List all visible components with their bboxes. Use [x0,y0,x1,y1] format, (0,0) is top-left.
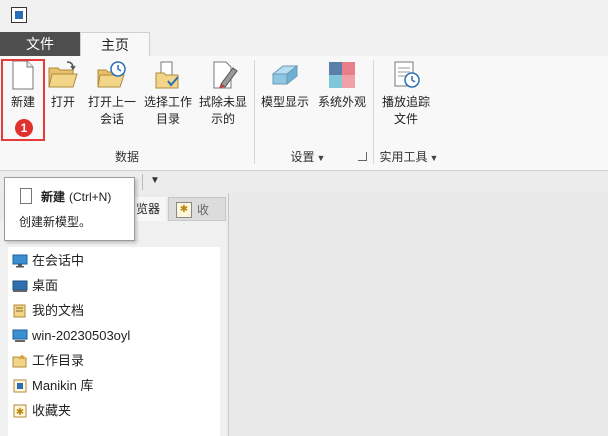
svg-text:✱: ✱ [16,407,24,418]
desktop-icon [12,280,28,292]
tree-item-working-directory[interactable]: 工作目录 [12,351,84,371]
erase-not-displayed-button[interactable]: 拭除未显 示的 [197,60,249,128]
tooltip-title-text: 新建 [41,190,66,204]
tooltip-description: 创建新模型。 [19,215,92,229]
tab-favorites-label: 收 [197,203,210,217]
title-bar [0,0,608,32]
graphics-area[interactable] [228,193,608,436]
open-button[interactable]: 打开 [46,60,80,111]
tab-browser[interactable]: 览器 [130,197,166,221]
tree-item-label: 我的文档 [32,303,85,318]
erase-not-displayed-label-line2: 示的 [210,112,235,126]
tree-item-label: 在会话中 [32,253,85,268]
group-label-data: 数据 [114,150,139,164]
monitor-icon [12,254,28,268]
quick-access-separator [142,174,143,190]
documents-icon [13,304,26,318]
ribbon-tab-row: 文件 主页 [0,32,608,57]
tab-file[interactable]: 文件 [0,32,80,56]
computer-icon [12,329,28,342]
open-last-session-button[interactable]: 打开上一 会话 [84,60,140,128]
library-icon [13,379,27,393]
open-last-session-label-line2: 会话 [99,112,124,126]
group-label-settings: 设置 [290,150,315,164]
tree-item-in-session[interactable]: 在会话中 [12,251,84,271]
system-appearance-icon [329,62,355,88]
tree-item-favorites[interactable]: ✱ 收藏夹 [12,401,71,421]
tree-item-label: 工作目录 [32,353,85,368]
erase-not-displayed-label-line1: 拭除未显 [198,95,247,109]
tab-browser-label: 览器 [136,202,161,216]
tree-item-computer[interactable]: win-20230503oyl [12,326,130,346]
open-button-label: 打开 [50,95,75,109]
dialog-launcher-icon[interactable] [358,152,367,161]
tree-item-label: win-20230503oyl [32,328,131,343]
open-folder-icon [48,61,78,88]
open-last-session-label-line1: 打开上一 [87,95,136,109]
chevron-down-icon: ▼ [316,153,326,163]
model-display-label: 模型显示 [260,95,309,109]
tree-item-desktop[interactable]: 桌面 [12,276,58,296]
tab-favorites[interactable]: ✱ 收 [168,197,226,221]
tree-item-label: 桌面 [32,278,59,293]
ribbon: 新建 1 打开 打开上一 会话 选择工作 目录 拭除未显 示的 模型显示 系统外… [0,56,608,171]
tree-item-manikin-library[interactable]: Manikin 库 [12,376,93,396]
erase-icon [213,61,238,89]
working-directory-icon [12,353,27,368]
chevron-down-icon: ▼ [429,153,439,163]
model-display-button[interactable]: 模型显示 [259,60,311,111]
folder-tree: 在会话中 桌面 我的文档 win-20230503oyl 工作目录 Maniki… [8,247,220,436]
model-display-icon [271,64,299,86]
play-trail-file-label-line1: 播放追踪 [381,95,430,109]
play-trail-file-button[interactable]: 播放追踪 文件 [379,60,433,128]
tooltip-shortcut: (Ctrl+N) [69,190,112,204]
ribbon-separator [254,60,255,164]
tooltip-title: 新建 (Ctrl+N) [41,188,111,205]
step-badge: 1 [15,119,33,137]
favorites-icon: ✱ [176,202,192,218]
select-working-dir-button[interactable]: 选择工作 目录 [142,60,194,128]
trail-file-icon [394,61,420,88]
group-utilities[interactable]: 实用工具 ▼ [376,148,442,165]
tab-home[interactable]: 主页 [80,32,150,57]
app-icon[interactable] [11,7,27,23]
system-appearance-label: 系统外观 [317,95,366,109]
group-label-utilities: 实用工具 [379,150,428,164]
tree-item-label: 收藏夹 [32,403,72,418]
working-directory-icon [155,61,179,89]
system-appearance-button[interactable]: 系统外观 [316,60,368,111]
new-document-icon [20,188,32,204]
new-button-tooltip: 新建 (Ctrl+N) 创建新模型。 [4,177,135,241]
play-trail-file-label-line2: 文件 [393,112,418,126]
select-working-dir-label-line1: 选择工作 [143,95,192,109]
select-working-dir-label-line2: 目录 [155,112,180,126]
last-session-icon [97,61,126,88]
ribbon-separator [373,60,374,164]
tree-item-label: Manikin 库 [32,378,94,393]
group-settings[interactable]: 设置 ▼ [286,148,330,165]
quick-access-dropdown-icon[interactable]: ▼ [150,175,160,186]
favorites-icon: ✱ [13,404,27,418]
tree-item-my-documents[interactable]: 我的文档 [12,301,84,321]
